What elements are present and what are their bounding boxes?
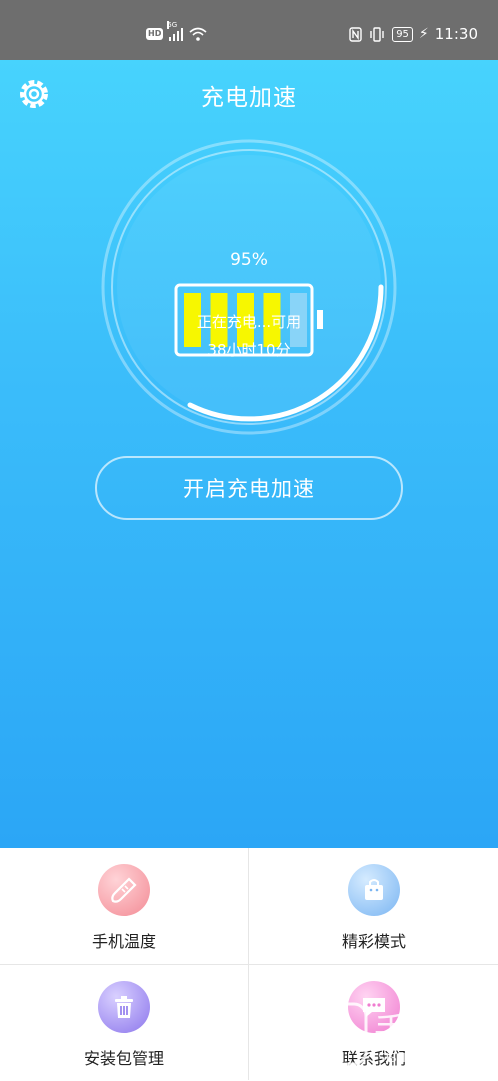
feature-package-manager[interactable]: 安装包管理 [0,965,248,1081]
charging-status: 正在充电...可用 [196,313,302,331]
wifi-icon [189,27,207,41]
feature-grid: 手机温度 精彩模式 安装包管理 联系我们 [0,848,498,1080]
charging-bolt-icon: ⚡ [418,26,429,42]
feature-icon-bg [98,864,150,916]
main-panel: 充电加速 95% 正在充电...可用 38小时10分 开启充电加速 [0,60,498,848]
status-bar: HD 5G 95 ⚡ 11:30 [0,0,498,60]
feature-contact-us[interactable]: 联系我们 [250,965,498,1081]
battery-status-badge: 95 [392,26,413,42]
trash-icon [115,996,133,1018]
status-right: 95 ⚡ 11:30 [349,24,478,44]
feature-label: 精彩模式 [341,932,406,951]
feature-label: 安装包管理 [83,1049,164,1068]
clock: 11:30 [434,25,478,43]
status-left: HD 5G [146,21,207,44]
feature-icon-bg [348,981,400,1033]
feature-label: 联系我们 [341,1049,406,1068]
time-remaining: 38小时10分 [207,341,291,359]
nfc-icon [349,26,362,42]
vibrate-icon [370,26,384,42]
boost-charge-button[interactable]: 开启充电加速 [95,456,403,520]
feature-phone-temperature[interactable]: 手机温度 [0,848,248,964]
shopping-bag-icon [365,879,383,900]
signal-icon: 5G [167,21,184,41]
chat-bubble-icon [363,998,385,1017]
feature-icon-bg [348,864,400,916]
feature-icon-bg [98,981,150,1033]
charge-ring [101,139,397,435]
feature-label: 手机温度 [91,932,156,951]
page-title: 充电加速 [201,85,297,111]
feature-highlight-mode[interactable]: 精彩模式 [250,848,498,964]
battery-percent-label: 95% [230,250,268,270]
hd-badge: HD [146,28,164,40]
thermometer-icon [111,877,137,903]
network-type: 5G [167,21,178,29]
